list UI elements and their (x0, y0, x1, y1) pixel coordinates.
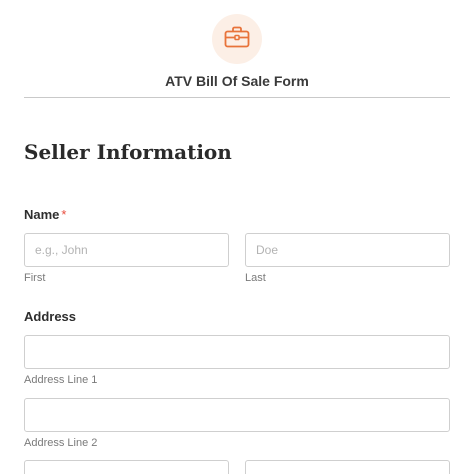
address-line2-input[interactable] (24, 398, 450, 432)
state-input[interactable] (245, 460, 450, 474)
address-line1-input[interactable] (24, 335, 450, 369)
address-line2-sublabel: Address Line 2 (24, 437, 98, 449)
section-title: Seller Information (24, 140, 232, 164)
city-input[interactable] (24, 460, 229, 474)
briefcase-icon (224, 26, 250, 53)
last-name-sublabel: Last (245, 272, 266, 284)
form-title: ATV Bill Of Sale Form (165, 73, 309, 89)
name-label: Name * (24, 207, 66, 223)
name-label-text: Name (24, 207, 60, 222)
header-divider (24, 97, 450, 98)
header-icon-badge (212, 14, 262, 64)
address-label: Address (24, 309, 77, 324)
first-name-input[interactable] (24, 233, 229, 267)
last-name-input[interactable] (245, 233, 450, 267)
address-line1-sublabel: Address Line 1 (24, 374, 98, 386)
first-name-sublabel: First (24, 272, 46, 284)
required-marker: * (61, 207, 67, 222)
